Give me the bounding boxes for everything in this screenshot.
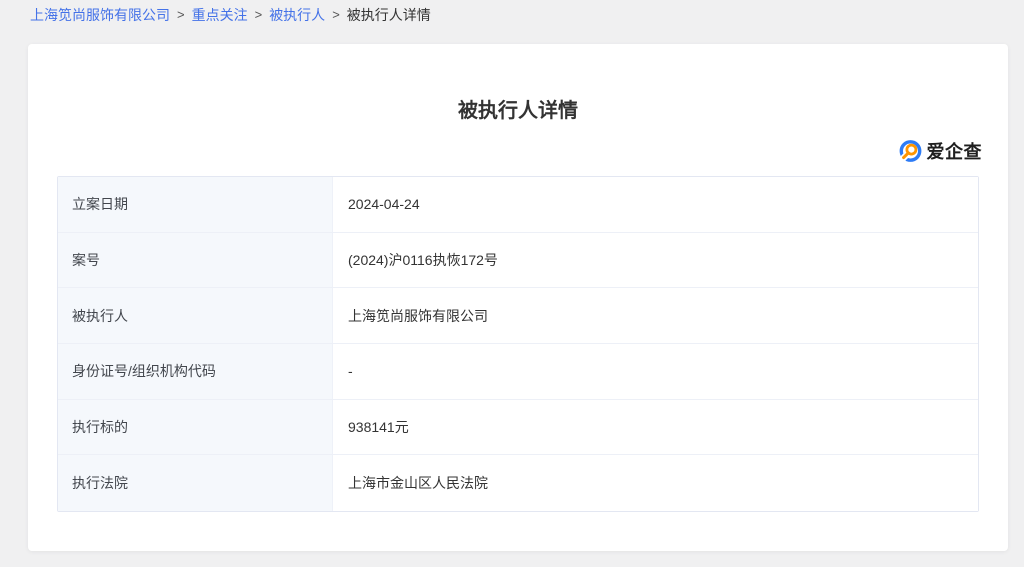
table-row-filing-date: 立案日期 2024-04-24 (58, 177, 978, 233)
row-value: 上海笕尚服饰有限公司 (333, 288, 978, 343)
executee-detail-card: 被执行人详情 爱企查 立案日期 2024-04-24 案号 (2024)沪011… (28, 44, 1008, 551)
aiqicha-logo-text: 爱企查 (927, 138, 983, 164)
breadcrumb-executee-link[interactable]: 被执行人 (269, 6, 325, 24)
row-value: 938141元 (333, 400, 978, 455)
logo-row: 爱企查 (28, 138, 982, 164)
breadcrumb-bar: 上海笕尚服饰有限公司 > 重点关注 > 被执行人 > 被执行人详情 (0, 0, 1024, 44)
breadcrumb-separator: > (177, 6, 185, 24)
row-label: 被执行人 (58, 288, 333, 343)
executee-detail-table: 立案日期 2024-04-24 案号 (2024)沪0116执恢172号 被执行… (57, 176, 979, 512)
row-value: - (333, 344, 978, 399)
table-row-execution-target: 执行标的 938141元 (58, 400, 978, 456)
row-label: 案号 (58, 233, 333, 288)
breadcrumb-separator: > (332, 6, 340, 24)
row-label: 立案日期 (58, 177, 333, 232)
aiqicha-magnifier-icon (898, 139, 923, 164)
table-row-executee-name: 被执行人 上海笕尚服饰有限公司 (58, 288, 978, 344)
breadcrumb-key-focus-link[interactable]: 重点关注 (192, 6, 248, 24)
row-label: 身份证号/组织机构代码 (58, 344, 333, 399)
table-row-id-org-code: 身份证号/组织机构代码 - (58, 344, 978, 400)
aiqicha-logo: 爱企查 (898, 138, 983, 164)
row-value: 2024-04-24 (333, 177, 978, 232)
breadcrumb-separator: > (255, 6, 263, 24)
row-value: (2024)沪0116执恢172号 (333, 233, 978, 288)
page-title: 被执行人详情 (28, 98, 1008, 124)
row-value: 上海市金山区人民法院 (333, 455, 978, 511)
breadcrumb: 上海笕尚服饰有限公司 > 重点关注 > 被执行人 > 被执行人详情 (30, 6, 431, 24)
table-row-case-number: 案号 (2024)沪0116执恢172号 (58, 233, 978, 289)
breadcrumb-current-page: 被执行人详情 (347, 6, 431, 24)
table-row-execution-court: 执行法院 上海市金山区人民法院 (58, 455, 978, 511)
row-label: 执行标的 (58, 400, 333, 455)
breadcrumb-company-link[interactable]: 上海笕尚服饰有限公司 (30, 6, 170, 24)
row-label: 执行法院 (58, 455, 333, 511)
